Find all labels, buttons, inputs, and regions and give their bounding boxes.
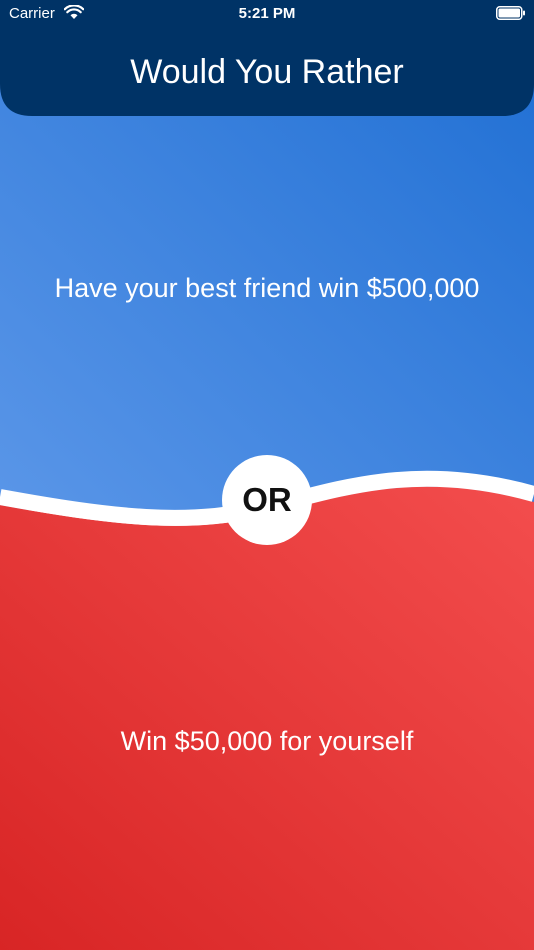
status-bar: Carrier 5:21 PM	[0, 0, 534, 28]
option-second-text[interactable]: Win $50,000 for yourself	[40, 724, 494, 759]
clock-label: 5:21 PM	[238, 5, 296, 22]
app-canvas	[0, 0, 534, 950]
option-first-text[interactable]: Have your best friend win $500,000	[40, 271, 494, 306]
option-second-panel[interactable]	[0, 486, 534, 950]
page-title: Would You Rather	[130, 53, 404, 91]
or-label: OR	[242, 481, 292, 518]
battery-icon	[496, 6, 525, 20]
